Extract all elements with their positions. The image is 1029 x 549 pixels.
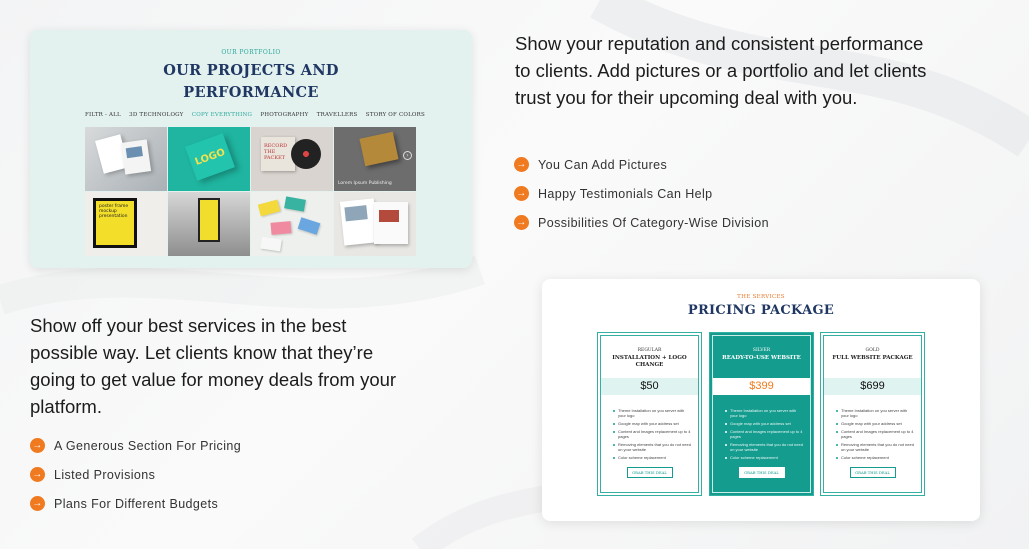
list-item: → You Can Add Pictures <box>514 150 769 179</box>
pricing-title: PRICING PACKAGE <box>687 303 835 318</box>
filter-copy-everything[interactable]: COPY EVERYTHING <box>192 112 252 118</box>
portfolio-tile-brochure[interactable] <box>334 192 416 256</box>
grab-deal-button[interactable]: GRAB THIS DEAL <box>626 467 673 478</box>
list-item: Removing elements that you do not need o… <box>613 442 692 452</box>
portfolio-title: OUR PROJECTS AND PERFORMANCE <box>30 60 472 104</box>
filter-story-of-colors[interactable]: STORY OF COLORS <box>366 112 425 118</box>
list-item: Color scheme replacement <box>725 455 804 460</box>
plan-name: INSTALLATION + LOGO CHANGE <box>612 355 687 368</box>
feature-label: Possibilities Of Category-Wise Division <box>538 215 769 230</box>
feature-label: Listed Provisions <box>54 467 156 482</box>
filter-all[interactable]: FILTR - ALL <box>85 112 121 118</box>
grab-deal-button[interactable]: GRAB THIS DEAL <box>849 467 896 478</box>
plan-card-gold: GOLD FULL WEBSITE PACKAGE $699 Theme Ins… <box>820 332 925 496</box>
arrow-right-icon: → <box>514 157 529 172</box>
list-item: Google map with your address set <box>725 421 804 426</box>
plan-price: $699 <box>824 378 921 395</box>
grab-deal-button[interactable]: GRAB THIS DEAL <box>738 467 785 478</box>
list-item: → Listed Provisions <box>30 460 241 489</box>
plan-card-regular: REGULAR INSTALLATION + LOGO CHANGE $50 T… <box>597 332 702 496</box>
list-item: Content and Images replacement up to 4 p… <box>725 429 804 439</box>
feature-label: You Can Add Pictures <box>538 157 668 172</box>
portfolio-tile-magazine[interactable] <box>85 127 167 191</box>
list-item: Content and Images replacement up to 4 p… <box>836 429 915 439</box>
arrow-right-icon: → <box>30 496 45 511</box>
feature-label: A Generous Section For Pricing <box>54 438 242 453</box>
list-item: Google map with your address set <box>613 421 692 426</box>
portfolio-eyebrow: OUR PORTFOLIO <box>221 49 281 56</box>
filter-3d-technology[interactable]: 3D TECHNOLOGY <box>129 112 183 118</box>
portfolio-tile-cards[interactable] <box>251 192 333 256</box>
portfolio-title-line1: OUR PROJECTS AND <box>163 62 339 79</box>
portfolio-filter-bar: FILTR - ALL 3D TECHNOLOGY COPY EVERYTHIN… <box>85 112 425 118</box>
list-item: → Plans For Different Budgets <box>30 489 241 518</box>
record-sleeve-text: RECORD THE PACKET <box>261 137 295 171</box>
list-item: Removing elements that you do not need o… <box>836 442 915 452</box>
portfolio-tile-billboard[interactable] <box>168 192 250 256</box>
list-item: Theme Installation on you server with yo… <box>725 408 804 418</box>
plan-tier: REGULAR <box>637 348 662 353</box>
portfolio-grid: LOGO RECORD THE PACKET Lorem Ipsum Publi… <box>85 127 416 256</box>
portfolio-preview-card: OUR PORTFOLIO OUR PROJECTS AND PERFORMAN… <box>30 30 472 268</box>
pricing-plans: REGULAR INSTALLATION + LOGO CHANGE $50 T… <box>597 332 925 496</box>
portfolio-description: Show your reputation and consistent perf… <box>515 33 927 108</box>
list-item: → A Generous Section For Pricing <box>30 431 241 460</box>
pricing-feature-list: → A Generous Section For Pricing → Listed … <box>30 431 241 518</box>
plan-price: $50 <box>601 378 698 395</box>
list-item: → Happy Testimonials Can Help <box>514 179 769 208</box>
list-item: Content and Images replacement up to 4 p… <box>613 429 692 439</box>
plan-tier: SILVER <box>752 348 771 353</box>
pricing-eyebrow: THE SERVICES <box>737 294 785 300</box>
logo-card-text: LOGO <box>185 133 235 181</box>
list-item: Color scheme replacement <box>836 455 915 460</box>
plan-name: READY-TO-USE WEBSITE <box>722 355 801 361</box>
filter-photography[interactable]: PHOTOGRAPHY <box>260 112 308 118</box>
tile-caption: Lorem Ipsum Publishing <box>338 181 392 186</box>
portfolio-tile-logo[interactable]: LOGO <box>168 127 250 191</box>
portfolio-tile-box[interactable]: Lorem Ipsum Publishing › <box>334 127 416 191</box>
portfolio-title-line2: PERFORMANCE <box>183 84 319 101</box>
list-item: Removing elements that you do not need o… <box>725 442 804 452</box>
filter-travellers[interactable]: TRAVELLERS <box>317 112 358 118</box>
list-item: → Possibilities Of Category-Wise Division <box>514 208 769 237</box>
arrow-right-icon: → <box>30 438 45 453</box>
portfolio-tile-vinyl[interactable]: RECORD THE PACKET <box>251 127 333 191</box>
plan-price: $399 <box>713 378 810 395</box>
plan-feature-list: Theme Installation on you server with yo… <box>725 408 804 463</box>
arrow-right-icon: → <box>30 467 45 482</box>
list-item: Color scheme replacement <box>613 455 692 460</box>
poster-text: poster frame mockup presentation <box>96 201 134 245</box>
plan-card-silver: SILVER READY-TO-USE WEBSITE $399 Theme I… <box>709 332 814 496</box>
arrow-right-icon: → <box>514 215 529 230</box>
plan-tier: GOLD <box>865 348 880 353</box>
feature-label: Plans For Different Budgets <box>54 496 219 511</box>
plan-name: FULL WEBSITE PACKAGE <box>832 355 913 361</box>
list-item: Theme Installation on you server with yo… <box>613 408 692 418</box>
list-item: Theme Installation on you server with yo… <box>836 408 915 418</box>
list-item: Google map with your address set <box>836 421 915 426</box>
feature-label: Happy Testimonials Can Help <box>538 186 713 201</box>
pricing-description: Show off your best services in the best … <box>30 315 397 417</box>
portfolio-tile-poster[interactable]: poster frame mockup presentation <box>85 192 167 256</box>
plan-feature-list: Theme Installation on you server with yo… <box>836 408 915 463</box>
tile-link-icon[interactable]: › <box>403 151 412 160</box>
portfolio-feature-list: → You Can Add Pictures → Happy Testimonial… <box>514 150 769 237</box>
arrow-right-icon: → <box>514 186 529 201</box>
plan-feature-list: Theme Installation on you server with yo… <box>613 408 692 463</box>
pricing-preview-card: THE SERVICES PRICING PACKAGE REGULAR INS… <box>542 279 980 521</box>
